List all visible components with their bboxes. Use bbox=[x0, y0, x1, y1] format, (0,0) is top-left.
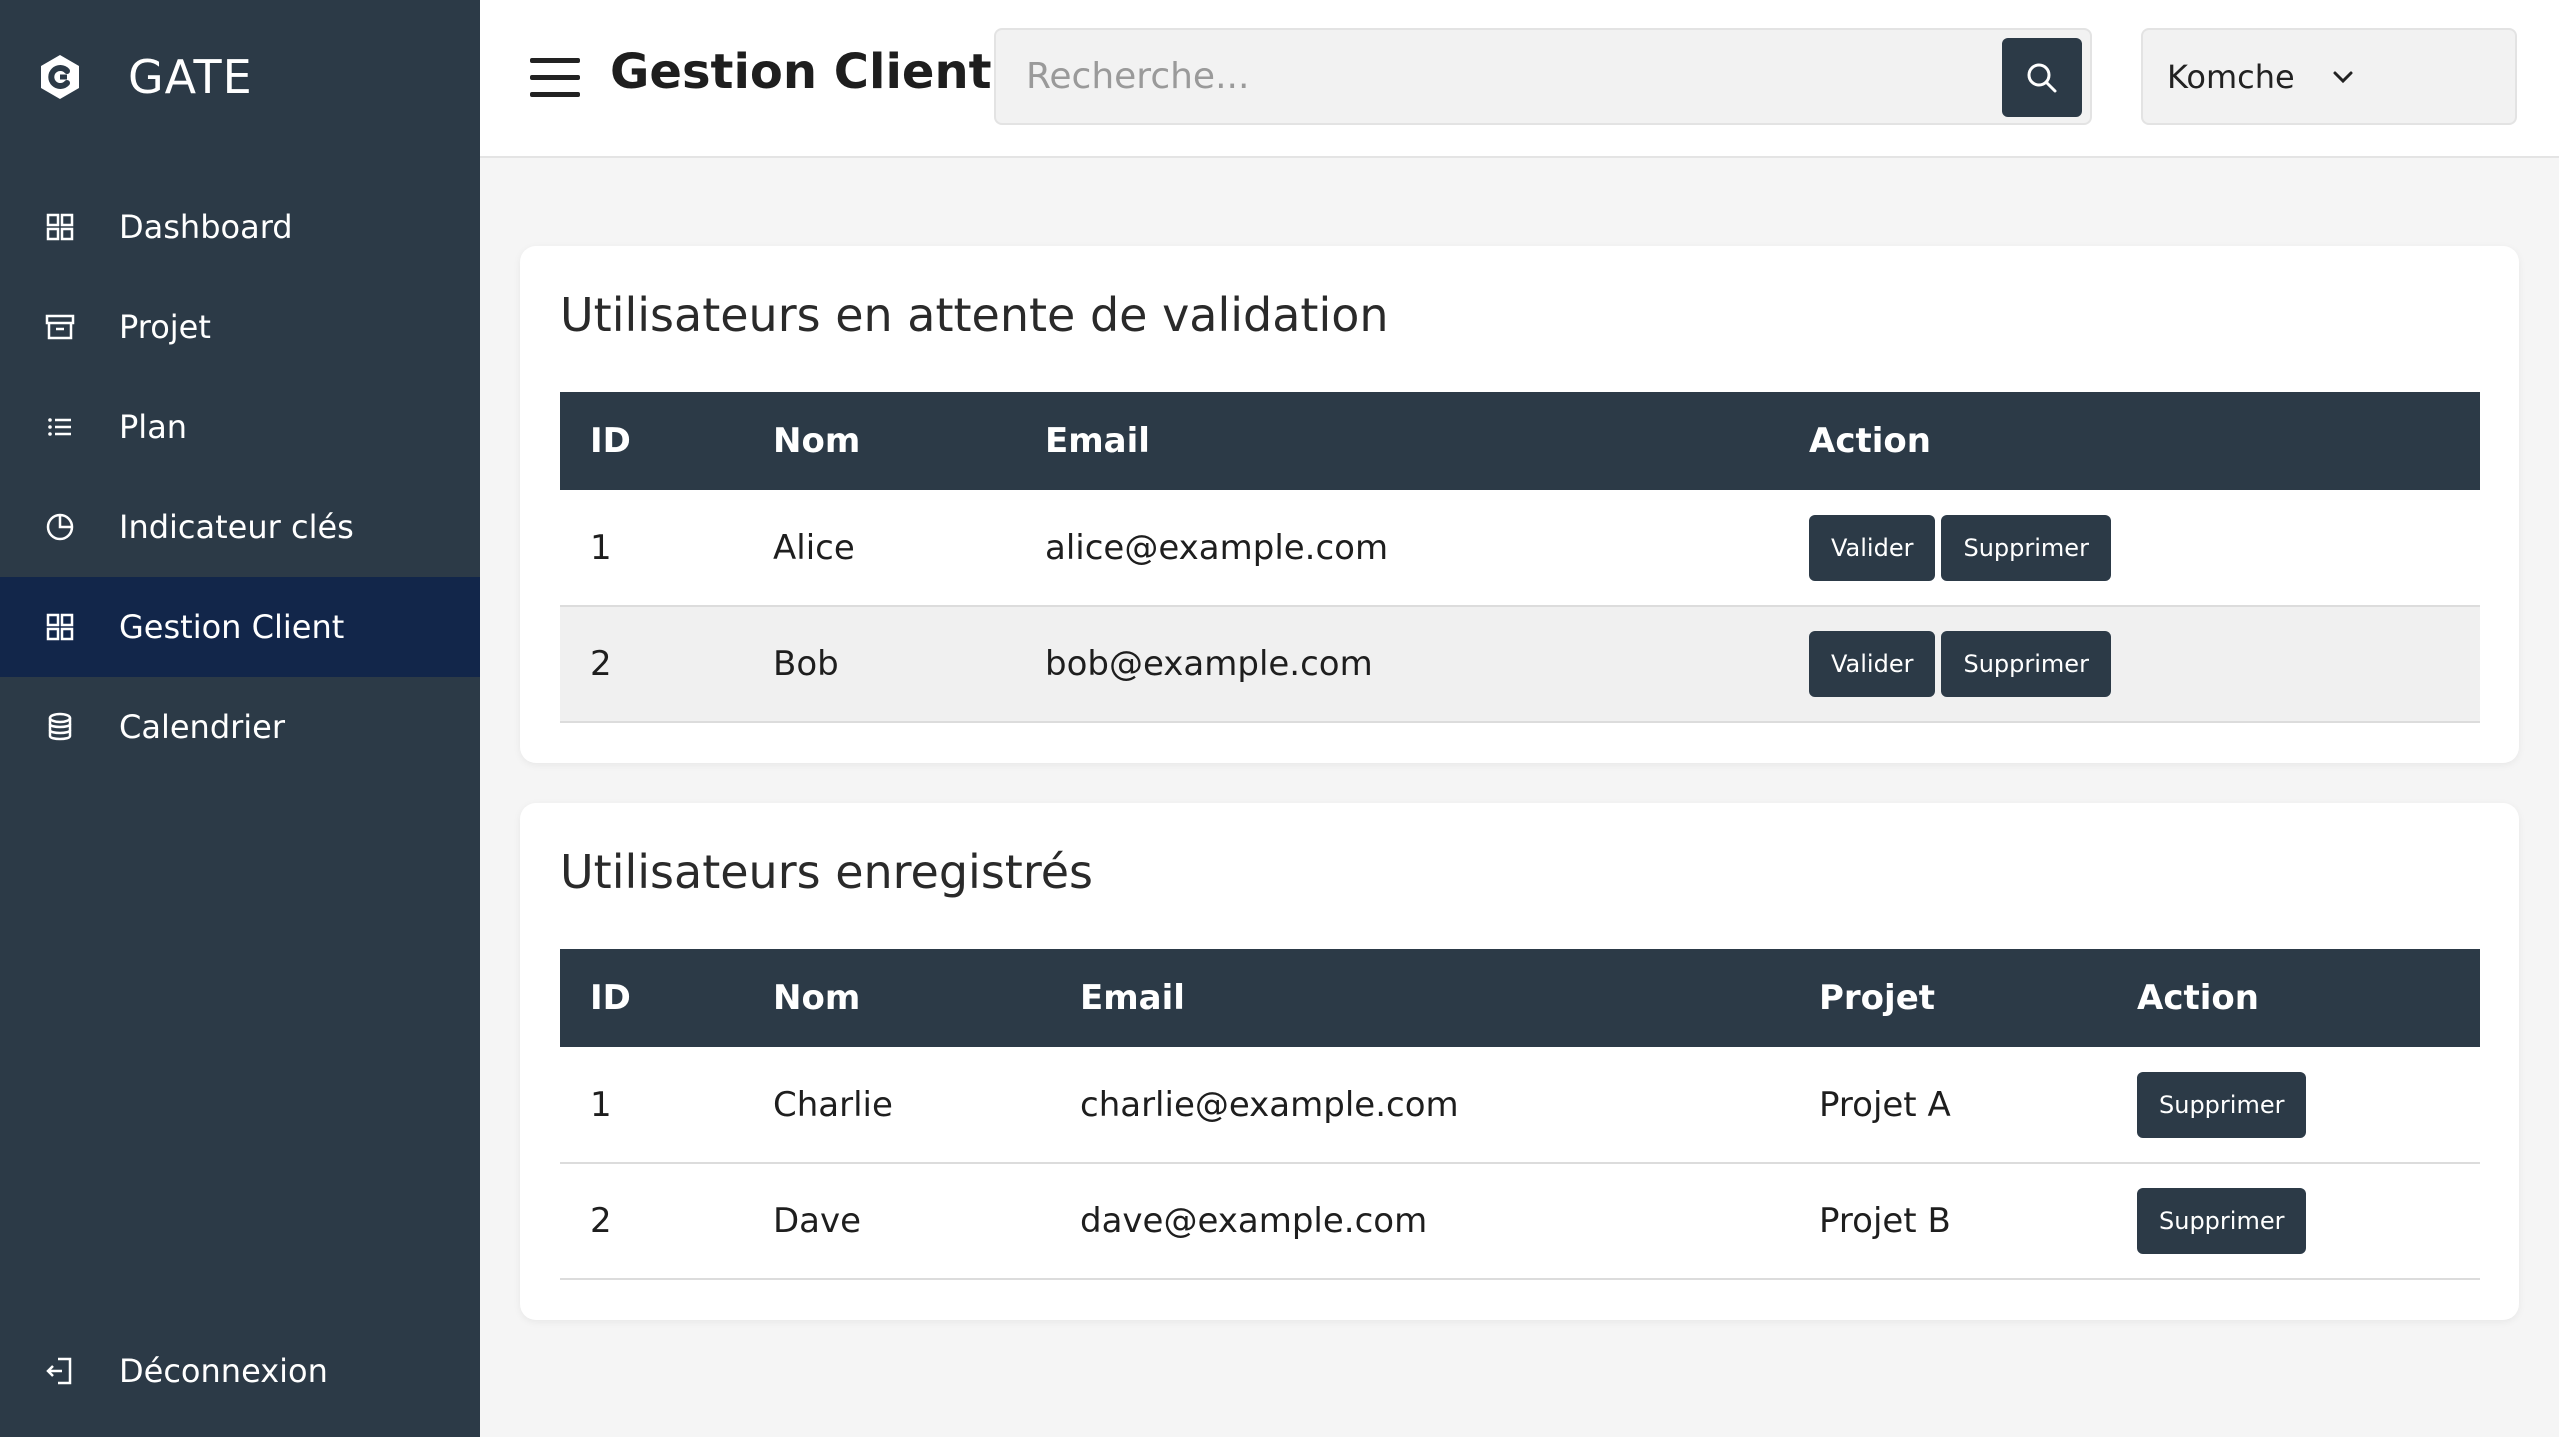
delete-button[interactable]: Supprimer bbox=[2137, 1188, 2307, 1254]
logout-label: Déconnexion bbox=[119, 1352, 328, 1390]
cell-email: dave@example.com bbox=[1080, 1201, 1428, 1241]
registered-users-card: Utilisateurs enregistrés ID Nom Email Pr… bbox=[520, 803, 2519, 1320]
grid-icon bbox=[46, 613, 74, 641]
column-header-id: ID bbox=[590, 978, 631, 1018]
sidebar-item-plan[interactable]: Plan bbox=[0, 377, 480, 477]
search-input[interactable] bbox=[996, 30, 1996, 123]
search-button[interactable] bbox=[2002, 38, 2082, 117]
sidebar-item-label: Indicateur clés bbox=[119, 508, 354, 546]
sidebar-item-dashboard[interactable]: Dashboard bbox=[0, 177, 480, 277]
search-bar bbox=[994, 28, 2092, 125]
sidebar-item-calendrier[interactable]: Calendrier bbox=[0, 677, 480, 777]
cell-id: 1 bbox=[590, 1084, 612, 1125]
sidebar: GATE Dashboard Projet Plan Indicateur cl… bbox=[0, 0, 480, 1437]
column-header-action: Action bbox=[2137, 978, 2259, 1018]
sidebar-item-projet[interactable]: Projet bbox=[0, 277, 480, 377]
pie-chart-icon bbox=[46, 513, 74, 541]
sidebar-item-indicateur[interactable]: Indicateur clés bbox=[0, 477, 480, 577]
cell-nom: Dave bbox=[773, 1201, 862, 1241]
cell-id: 1 bbox=[590, 527, 612, 568]
delete-button[interactable]: Supprimer bbox=[2137, 1071, 2307, 1138]
sidebar-item-gestion-client[interactable]: Gestion Client bbox=[0, 577, 480, 677]
table-row: 2 Bob bob@example.com Valider Supprimer bbox=[560, 606, 2480, 722]
table-header: ID Nom Email Action bbox=[560, 392, 2480, 490]
pending-users-title: Utilisateurs en attente de validation bbox=[560, 288, 1389, 342]
registered-users-title: Utilisateurs enregistrés bbox=[560, 845, 1093, 899]
sidebar-item-label: Calendrier bbox=[119, 708, 286, 746]
chevron-down-icon bbox=[2333, 71, 2353, 83]
table-header: ID Nom Email Projet Action bbox=[560, 949, 2480, 1047]
cell-projet: Projet B bbox=[1819, 1201, 1951, 1241]
validate-button[interactable]: Valider bbox=[1809, 631, 1936, 697]
cell-nom: Alice bbox=[773, 527, 855, 568]
grid-icon bbox=[46, 213, 74, 241]
logout-button[interactable]: Déconnexion bbox=[0, 1321, 480, 1421]
brand-name: GATE bbox=[128, 50, 253, 104]
cell-action: Supprimer bbox=[2107, 1047, 2480, 1163]
delete-button[interactable]: Supprimer bbox=[1941, 631, 2111, 697]
column-header-action: Action bbox=[1809, 421, 1931, 461]
archive-icon bbox=[45, 314, 75, 340]
user-menu[interactable]: Komche bbox=[2141, 28, 2517, 125]
pending-users-table: ID Nom Email Action 1 Alice alice@exampl… bbox=[560, 392, 2480, 723]
logout-icon bbox=[46, 1357, 72, 1385]
cell-action: Supprimer bbox=[2107, 1163, 2480, 1279]
validate-button[interactable]: Valider bbox=[1809, 514, 1936, 581]
sidebar-item-label: Dashboard bbox=[119, 208, 293, 246]
cell-id: 2 bbox=[590, 1201, 612, 1241]
search-icon bbox=[2027, 63, 2057, 92]
sidebar-nav: Dashboard Projet Plan Indicateur clés Ge… bbox=[0, 177, 480, 777]
delete-button[interactable]: Supprimer bbox=[1941, 514, 2111, 581]
cell-projet: Projet A bbox=[1819, 1084, 1951, 1125]
column-header-email: Email bbox=[1045, 421, 1150, 461]
column-header-nom: Nom bbox=[773, 978, 861, 1018]
list-icon bbox=[48, 418, 71, 436]
cell-nom: Charlie bbox=[773, 1084, 893, 1125]
cell-email: charlie@example.com bbox=[1080, 1084, 1459, 1125]
topbar: Gestion Client Komche bbox=[480, 0, 2559, 158]
table-row: 2 Dave dave@example.com Projet B Supprim… bbox=[560, 1163, 2480, 1279]
cell-id: 2 bbox=[590, 644, 612, 684]
sidebar-item-label: Plan bbox=[119, 408, 188, 446]
column-header-nom: Nom bbox=[773, 421, 861, 461]
cell-email: alice@example.com bbox=[1045, 527, 1389, 568]
menu-icon[interactable] bbox=[530, 58, 580, 98]
table-row: 1 Charlie charlie@example.com Projet A S… bbox=[560, 1047, 2480, 1163]
cell-action: Valider Supprimer bbox=[1779, 490, 2480, 606]
user-name: Komche bbox=[2167, 57, 2295, 96]
column-header-email: Email bbox=[1080, 978, 1185, 1018]
cell-nom: Bob bbox=[773, 644, 839, 684]
page-title: Gestion Client bbox=[610, 44, 992, 100]
gate-logo-icon bbox=[41, 55, 79, 99]
sidebar-item-label: Gestion Client bbox=[119, 608, 345, 646]
cell-email: bob@example.com bbox=[1045, 644, 1373, 684]
column-header-projet: Projet bbox=[1819, 978, 1936, 1018]
pending-users-card: Utilisateurs en attente de validation ID… bbox=[520, 246, 2519, 763]
table-row: 1 Alice alice@example.com Valider Supprim… bbox=[560, 490, 2480, 606]
brand[interactable]: GATE bbox=[36, 42, 253, 112]
column-header-id: ID bbox=[590, 421, 631, 461]
cell-action: Valider Supprimer bbox=[1779, 606, 2480, 722]
sidebar-item-label: Projet bbox=[119, 308, 211, 346]
database-icon bbox=[48, 712, 72, 741]
registered-users-table: ID Nom Email Projet Action 1 Charlie cha… bbox=[560, 949, 2480, 1280]
